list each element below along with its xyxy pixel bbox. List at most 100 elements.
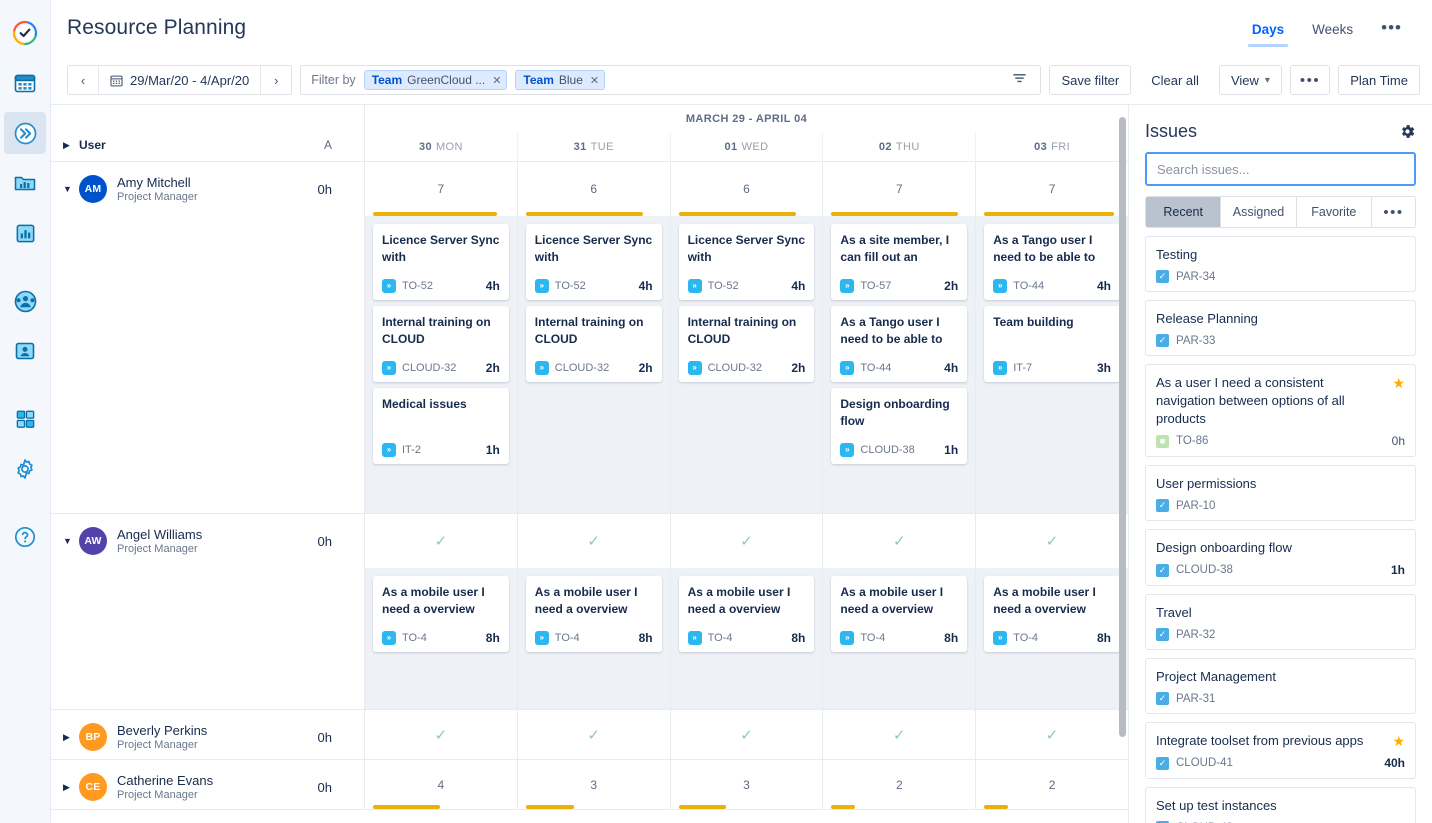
task-card[interactable]: Team building » IT-7 3h [984,306,1120,382]
view-dropdown-button[interactable]: View ▾ [1218,65,1282,95]
issue-list-item[interactable]: Project Management ✓ PAR-31 [1145,658,1416,714]
grid-scroll-thumb[interactable] [1119,117,1126,737]
day-card-stack[interactable]: As a site member, I can fill out an » TO… [823,216,976,513]
day-card-stack[interactable]: As a mobile user I need a overview » TO-… [670,568,823,709]
issues-tab-favorite[interactable]: Favorite [1295,197,1371,227]
favorite-star-icon[interactable]: ★ [1392,732,1405,750]
prev-period-button[interactable]: ‹ [68,66,98,94]
search-input[interactable] [1145,152,1416,186]
task-card[interactable]: Medical issues » IT-2 1h [373,388,509,464]
task-card[interactable]: Licence Server Sync with » TO-52 4h [373,224,509,300]
task-card[interactable]: Internal training on CLOUD » CLOUD-32 2h [373,306,509,382]
tab-weeks[interactable]: Weeks [1300,4,1365,53]
issues-tab-recent[interactable]: Recent [1146,197,1221,227]
plan-time-button[interactable]: Plan Time [1338,65,1420,95]
issue-list-item[interactable]: Design onboarding flow ✓ CLOUD-38 1h [1145,529,1416,586]
filter-chip-team-greencloud[interactable]: Team GreenCloud ... ✕ [363,70,508,90]
rail-item-people[interactable] [4,330,46,372]
day-lane[interactable]: ✓ As a mobile user I need a overview » T… [669,514,823,709]
task-card[interactable]: As a mobile user I need a overview » TO-… [678,576,815,652]
toolbar-more-button[interactable]: ••• [1289,65,1331,95]
day-lane[interactable]: ✓ [822,710,976,759]
tab-days[interactable]: Days [1240,4,1296,53]
task-card[interactable]: As a mobile user I need a overview » TO-… [373,576,509,652]
row-expand-caret-icon[interactable]: ▶ [63,782,79,793]
user-cell[interactable]: ▼ AW Angel Williams Project Manager 0h [51,514,364,568]
clear-all-button[interactable]: Clear all [1139,65,1211,95]
day-card-stack[interactable]: As a Tango user I need to be able to » T… [976,216,1128,513]
day-lane[interactable]: ✓ [669,710,823,759]
day-lane[interactable]: 6 Licence Server Sync with » TO-52 4h In… [516,162,670,513]
task-card[interactable]: As a mobile user I need a overview » TO-… [831,576,968,652]
day-card-stack[interactable]: As a mobile user I need a overview » TO-… [517,568,670,709]
day-lane[interactable]: 6 Licence Server Sync with » TO-52 4h In… [669,162,823,513]
day-lane[interactable]: 3 [516,760,670,809]
day-lane[interactable]: ✓ [516,710,670,759]
rail-item-teams[interactable] [4,280,46,322]
issue-list-item[interactable]: Travel ✓ PAR-32 [1145,594,1416,650]
day-card-stack[interactable]: Licence Server Sync with » TO-52 4h Inte… [670,216,823,513]
task-card[interactable]: Design onboarding flow » CLOUD-38 1h [831,388,968,464]
day-card-stack[interactable]: Licence Server Sync with » TO-52 4h Inte… [517,216,670,513]
day-lane[interactable]: ✓ [365,710,517,759]
user-cell[interactable]: ▶ CE Catherine Evans Project Manager 0h [51,760,364,814]
day-lane[interactable]: 2 [975,760,1128,809]
issue-list-item[interactable]: Set up test instances ✓ CLOUD-43 [1145,787,1416,823]
day-lane[interactable]: ✓ As a mobile user I need a overview » T… [822,514,976,709]
save-filter-button[interactable]: Save filter [1049,65,1132,95]
day-lane[interactable]: 3 [669,760,823,809]
day-lane[interactable]: ✓ As a mobile user I need a overview » T… [516,514,670,709]
issue-list-item[interactable]: Testing ✓ PAR-34 [1145,236,1416,292]
issues-tab-more[interactable]: ••• [1370,197,1415,227]
day-card-stack[interactable]: As a mobile user I need a overview » TO-… [365,568,517,709]
issues-settings-button[interactable] [1399,123,1416,140]
grid-vertical-scrollbar[interactable] [1119,105,1126,823]
day-lane[interactable]: 7 As a Tango user I need to be able to »… [975,162,1128,513]
user-cell[interactable]: ▼ AM Amy Mitchell Project Manager 0h [51,162,364,216]
rail-item-settings[interactable] [4,448,46,490]
row-expand-caret-icon[interactable]: ▼ [63,536,79,546]
user-cell[interactable]: ▶ BP Beverly Perkins Project Manager 0h [51,710,364,764]
view-tabs-more-button[interactable]: ••• [1365,18,1416,38]
day-lane[interactable]: ✓ As a mobile user I need a overview » T… [365,514,517,709]
task-card[interactable]: As a Tango user I need to be able to » T… [984,224,1120,300]
rail-item-help[interactable] [4,516,46,558]
expand-all-caret-icon[interactable]: ▶ [63,140,79,151]
filter-options-icon[interactable] [1005,72,1034,88]
issues-tab-assigned[interactable]: Assigned [1220,197,1296,227]
day-lane[interactable]: ✓ As a mobile user I need a overview » T… [975,514,1128,709]
day-lane[interactable]: 7 Licence Server Sync with » TO-52 4h In… [365,162,517,513]
rail-item-projects[interactable] [4,162,46,204]
chip-remove-icon[interactable]: ✕ [588,74,599,87]
issue-list-item[interactable]: Integrate toolset from previous apps ★ ✓ … [1145,722,1416,779]
filter-field[interactable]: Filter by Team GreenCloud ... ✕ Team Blu… [300,65,1042,95]
rail-item-reports[interactable] [4,212,46,254]
day-card-stack[interactable]: Licence Server Sync with » TO-52 4h Inte… [365,216,517,513]
row-expand-caret-icon[interactable]: ▶ [63,732,79,743]
task-card[interactable]: As a Tango user I need to be able to » T… [831,306,968,382]
rail-item-apps[interactable] [4,398,46,440]
task-card[interactable]: As a mobile user I need a overview » TO-… [984,576,1120,652]
sort-column-header[interactable]: A [324,138,352,152]
issue-list-item[interactable]: Release Planning ✓ PAR-33 [1145,300,1416,356]
task-card[interactable]: Internal training on CLOUD » CLOUD-32 2h [678,306,815,382]
issue-list-item[interactable]: As a user I need a consistent navigation… [1145,364,1416,457]
task-card[interactable]: As a mobile user I need a overview » TO-… [525,576,662,652]
day-lane[interactable]: 4 [365,760,517,809]
task-card[interactable]: Licence Server Sync with » TO-52 4h [678,224,815,300]
day-lane[interactable]: 2 [822,760,976,809]
task-card[interactable]: Internal training on CLOUD » CLOUD-32 2h [525,306,662,382]
day-lane[interactable]: 7 As a site member, I can fill out an » … [822,162,976,513]
task-card[interactable]: Licence Server Sync with » TO-52 4h [525,224,662,300]
task-card[interactable]: As a site member, I can fill out an » TO… [831,224,968,300]
chip-remove-icon[interactable]: ✕ [490,74,501,87]
day-card-stack[interactable]: As a mobile user I need a overview » TO-… [823,568,976,709]
favorite-star-icon[interactable]: ★ [1392,374,1405,392]
filter-chip-team-blue[interactable]: Team Blue ✕ [515,70,606,90]
app-logo[interactable] [4,12,46,54]
day-lane[interactable]: ✓ [975,710,1128,759]
rail-item-calendar[interactable] [4,62,46,104]
date-range-picker[interactable]: 29/Mar/20 - 4/Apr/20 [98,66,262,94]
next-period-button[interactable]: › [261,66,291,94]
day-card-stack[interactable]: As a mobile user I need a overview » TO-… [976,568,1128,709]
